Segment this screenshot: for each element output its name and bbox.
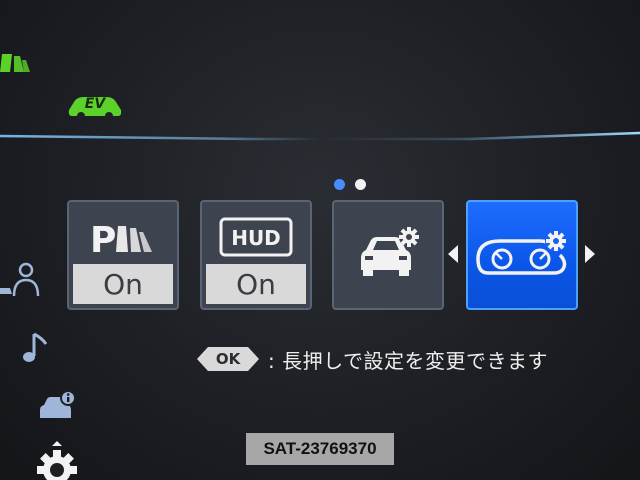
driver-assist-icon[interactable]	[0, 262, 44, 298]
ok-button-badge: OK	[196, 346, 260, 372]
ev-label: EV	[84, 96, 106, 112]
parking-sensor-tile[interactable]: P On	[67, 200, 179, 310]
parking-sensor-status: On	[73, 264, 173, 304]
ok-label: OK	[215, 350, 241, 368]
hud-tile[interactable]: HUD On	[200, 200, 312, 310]
music-note-icon[interactable]	[22, 330, 50, 366]
meter-settings-tile[interactable]	[466, 200, 578, 310]
hud-icon-label: HUD	[231, 226, 281, 250]
vehicle-settings-icon	[334, 224, 442, 282]
car-info-icon[interactable]	[38, 390, 78, 422]
hud-icon: HUD	[202, 208, 310, 266]
ev-mode-indicator: EV	[66, 92, 124, 120]
vehicle-settings-tile[interactable]	[332, 200, 444, 310]
page-indicator	[334, 177, 378, 191]
image-id-label: SAT-23769370	[246, 433, 394, 465]
carousel-left-arrow-icon[interactable]	[446, 244, 460, 264]
top-divider	[0, 128, 640, 141]
svg-text:P: P	[90, 220, 116, 260]
page-dot-active	[334, 178, 345, 190]
settings-gear-icon[interactable]	[30, 440, 88, 480]
hint-text: : 長押しで設定を変更できます	[268, 348, 548, 373]
hint-row: OK : 長押しで設定を変更できます	[196, 344, 548, 374]
parking-indicator-icon	[0, 50, 30, 76]
meter-settings-icon	[468, 226, 576, 284]
parking-sensor-icon: P	[69, 208, 177, 266]
hud-status: On	[206, 264, 306, 304]
carousel-right-arrow-icon[interactable]	[583, 244, 597, 264]
page-dot	[355, 178, 366, 190]
